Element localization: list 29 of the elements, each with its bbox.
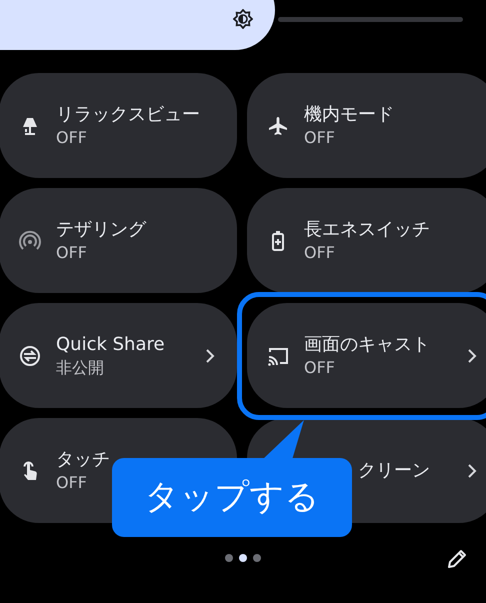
tooltip-tail xyxy=(262,418,305,460)
quick-setting-tile[interactable]: リラックスビュー OFF xyxy=(0,73,237,178)
edit-icon[interactable] xyxy=(446,548,468,570)
chevron-icon xyxy=(205,348,215,364)
tile-status: 非公開 xyxy=(56,356,105,378)
tile-title: Quick Share xyxy=(56,332,166,356)
tile-title: 長エネスイッチ xyxy=(304,218,431,242)
tile-status: OFF xyxy=(304,356,336,378)
chevron-icon xyxy=(467,348,477,364)
quick-setting-tile[interactable]: Quick Share 非公開 xyxy=(0,303,237,408)
tile-status: OFF xyxy=(56,126,88,148)
tile-title: テザリング xyxy=(56,218,148,242)
quick-setting-tile[interactable]: 機内モード OFF xyxy=(247,73,486,178)
tile-title: 画面のキャスト xyxy=(304,332,431,356)
tile-title: タッチ xyxy=(56,448,111,472)
chevron-icon xyxy=(467,462,477,478)
quick-setting-tile[interactable]: テザリング OFF xyxy=(0,188,237,293)
tile-status: OFF xyxy=(304,126,336,148)
tile-status: OFF xyxy=(56,242,88,264)
tile-title: クリーン xyxy=(357,458,431,482)
tile-title: リラックスビュー xyxy=(56,102,201,126)
share-icon xyxy=(18,344,42,368)
quick-setting-tile[interactable]: 画面のキャスト OFF xyxy=(247,303,486,408)
tile-title: 機内モード xyxy=(304,102,395,126)
quick-setting-tile[interactable]: 長エネスイッチ OFF xyxy=(247,188,486,293)
tile-status: OFF xyxy=(56,472,88,494)
brightness-track[interactable] xyxy=(278,17,463,22)
hotspot-icon xyxy=(18,228,42,252)
tile-status: OFF xyxy=(304,242,336,264)
